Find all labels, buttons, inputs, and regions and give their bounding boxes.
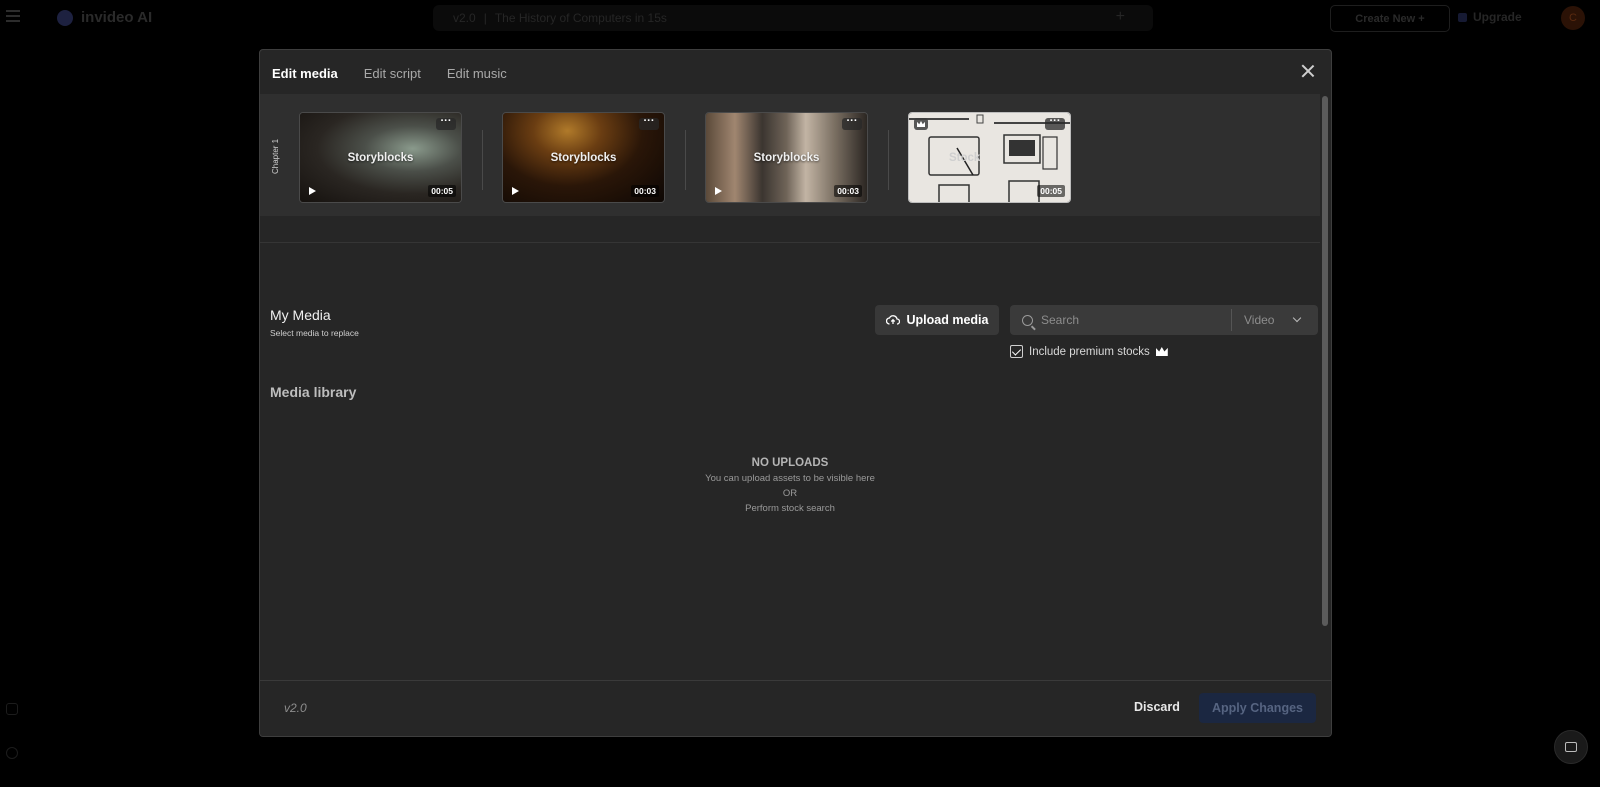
tab-edit-script[interactable]: Edit script (364, 66, 421, 81)
play-icon[interactable] (512, 187, 519, 195)
media-type-value: Video (1244, 313, 1275, 327)
search-icon (1022, 314, 1033, 326)
top-bar: invideo AI v2.0 | The History of Compute… (0, 0, 1600, 36)
chat-icon (1565, 742, 1577, 752)
discard-button[interactable]: Discard (1134, 700, 1180, 714)
apps-icon[interactable] (6, 703, 18, 715)
dialog-footer: v2.0 Discard Apply Changes (260, 680, 1331, 736)
more-icon[interactable]: ··· (436, 116, 456, 130)
project-version: v2.0 (453, 11, 476, 25)
upgrade-button[interactable]: Upgrade (1458, 10, 1522, 24)
search-bar: Video (1010, 305, 1318, 335)
upload-cloud-icon (885, 315, 900, 325)
crown-icon (914, 118, 928, 130)
my-media-subtitle: Select media to replace (270, 328, 359, 338)
premium-stocks-checkbox[interactable] (1010, 345, 1023, 358)
app-logo[interactable]: invideo AI (57, 9, 152, 26)
clip-thumbnail-3[interactable]: Storyblocks ··· 00:03 (705, 112, 868, 203)
premium-stocks-label: Include premium stocks (1029, 345, 1150, 358)
apply-changes-button[interactable]: Apply Changes (1199, 693, 1316, 723)
help-icon[interactable] (6, 747, 18, 759)
chapter-strip: Chapter 1 Storyblocks ··· 00:05 Storyblo… (260, 94, 1320, 216)
gem-icon (1458, 12, 1467, 22)
more-icon[interactable]: ··· (842, 116, 862, 130)
empty-state-line: You can upload assets to be visible here (705, 473, 875, 484)
clip-duration: 00:03 (834, 185, 862, 197)
section-divider (260, 242, 1320, 243)
clip-divider (482, 130, 483, 190)
menu-icon[interactable] (6, 10, 20, 22)
tab-edit-media[interactable]: Edit media (272, 66, 338, 81)
clip-duration: 00:05 (1037, 185, 1065, 197)
my-media-title: My Media (270, 307, 331, 323)
clip-thumbnail-4[interactable]: Stock ··· 00:05 (908, 112, 1071, 203)
media-library-title: Media library (270, 384, 357, 400)
clip-divider (685, 130, 686, 190)
edit-tabs: Edit media Edit script Edit music (272, 66, 507, 81)
dialog-content: Chapter 1 Storyblocks ··· 00:05 Storyblo… (260, 94, 1320, 674)
clip-duration: 00:03 (631, 185, 659, 197)
logo-icon (57, 9, 73, 26)
clip-source-label: Storyblocks (753, 152, 820, 164)
tab-edit-music[interactable]: Edit music (447, 66, 507, 81)
upload-media-label: Upload media (906, 313, 989, 327)
premium-stocks-option: Include premium stocks (1010, 345, 1168, 358)
project-separator: | (483, 11, 487, 25)
more-icon[interactable]: ··· (1045, 116, 1065, 130)
more-icon[interactable]: ··· (639, 116, 659, 130)
clip-divider (888, 130, 889, 190)
media-type-select[interactable]: Video (1232, 313, 1310, 327)
crown-icon (1155, 347, 1168, 356)
empty-state: NO UPLOADS You can upload assets to be v… (260, 457, 1320, 514)
empty-state-title: NO UPLOADS (751, 457, 829, 469)
upgrade-label: Upgrade (1473, 10, 1522, 24)
empty-state-line: Perform stock search (745, 503, 835, 514)
version-label: v2.0 (284, 701, 307, 715)
close-icon[interactable] (1301, 64, 1315, 78)
search-input[interactable] (1041, 308, 1231, 332)
app-name: invideo AI (81, 9, 153, 26)
scrollbar[interactable] (1322, 96, 1328, 626)
clip-thumbnail-2[interactable]: Storyblocks ··· 00:03 (502, 112, 665, 203)
clip-source-label: Storyblocks (347, 152, 414, 164)
chat-button[interactable] (1554, 730, 1588, 764)
edit-dialog: Edit media Edit script Edit music Chapte… (259, 49, 1332, 737)
project-title-bar[interactable]: v2.0 | The History of Computers in 15s + (433, 5, 1153, 31)
play-icon[interactable] (309, 187, 316, 195)
plus-icon[interactable]: + (1116, 8, 1125, 26)
create-new-button[interactable]: Create New + (1330, 5, 1450, 32)
chevron-down-icon (1292, 313, 1302, 323)
project-title: The History of Computers in 15s (494, 11, 667, 25)
avatar[interactable]: C (1561, 6, 1585, 30)
clip-source-label: Storyblocks (550, 152, 617, 164)
clip-thumbnail-1[interactable]: Storyblocks ··· 00:05 (299, 112, 462, 203)
clip-source-label: Stock (949, 152, 981, 164)
play-icon[interactable] (715, 187, 722, 195)
upload-media-button[interactable]: Upload media (875, 305, 999, 335)
chapter-label: Chapter 1 (271, 138, 280, 174)
empty-state-line: OR (782, 488, 798, 499)
clip-duration: 00:05 (428, 185, 456, 197)
